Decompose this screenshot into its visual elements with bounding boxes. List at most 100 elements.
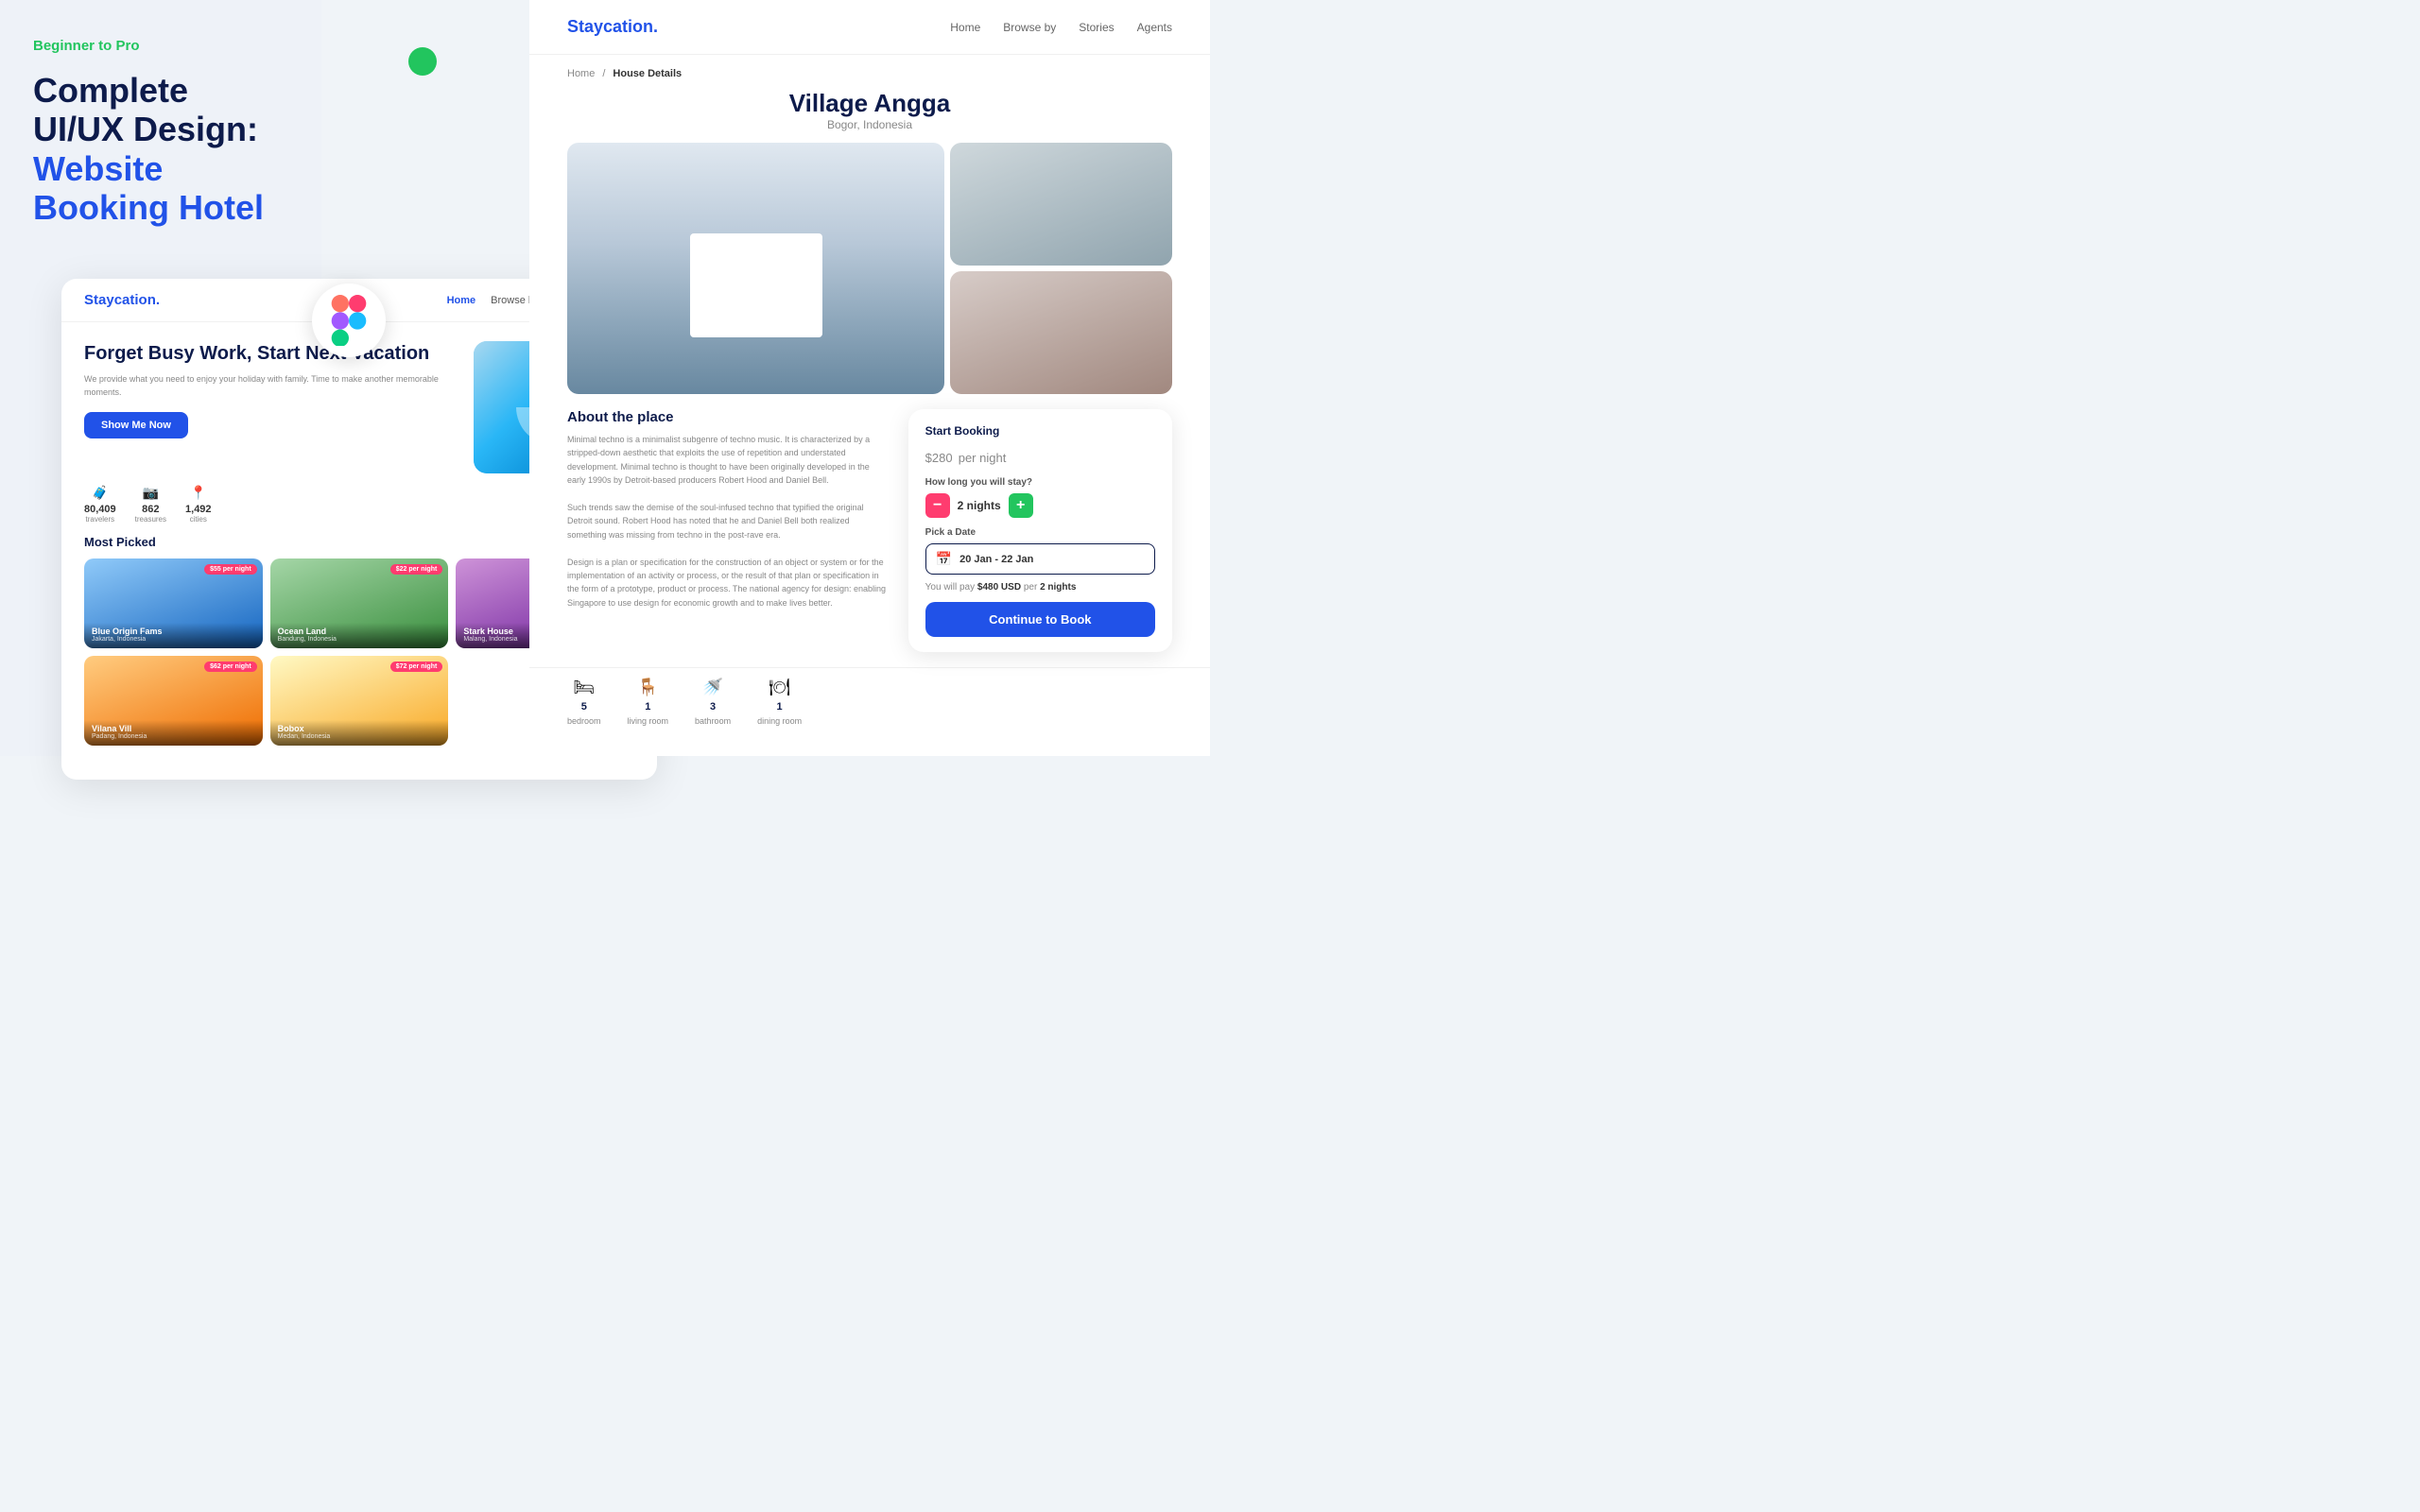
stat-cities: 📍 1,492 cities <box>185 485 212 524</box>
about-title: About the place <box>567 409 890 425</box>
stat-travelers-label: travelers <box>85 515 114 524</box>
booking-card: Start Booking $280 per night How long yo… <box>908 409 1172 652</box>
main-title: Complete UI/UX Design: Website Booking H… <box>33 71 288 228</box>
card-name-5: Bobox <box>278 724 441 733</box>
right-brand-highlight: Stay <box>567 17 603 36</box>
stat-treasures-label: treasures <box>135 515 166 524</box>
card-loc-1: Jakarta, Indonesia <box>92 636 255 643</box>
figma-badge <box>312 284 386 357</box>
stat-treasures: 📷 862 treasures <box>135 485 166 524</box>
nav-home[interactable]: Home <box>447 295 476 306</box>
card-info-2: Ocean Land Bandung, Indonesia <box>270 623 449 648</box>
card-info-4: Vilana Vill Padang, Indonesia <box>84 720 263 746</box>
beginner-label: Beginner to Pro <box>33 38 288 54</box>
content-booking: About the place Minimal techno is a mini… <box>529 409 1210 667</box>
treasures-icon: 📷 <box>143 485 159 500</box>
date-label: Pick a Date <box>925 527 1155 538</box>
card-price-badge-1: $55 per night <box>204 564 257 575</box>
right-nav-agents[interactable]: Agents <box>1137 21 1172 34</box>
photo-small-1 <box>950 143 1172 266</box>
photo-main-inner <box>567 143 944 394</box>
right-brand: Staycation. <box>567 17 658 37</box>
price-line: $280 per night <box>925 443 1155 468</box>
per-nights-label: per <box>1024 582 1040 593</box>
property-title: Village Angga <box>567 89 1172 118</box>
card-info-1: Blue Origin Fams Jakarta, Indonesia <box>84 623 263 648</box>
bedroom-count: 5 <box>581 701 587 713</box>
hero-sub: We provide what you need to enjoy your h… <box>84 373 458 399</box>
card-price-badge-4: $62 per night <box>204 662 257 672</box>
price-value: $280 <box>925 451 953 465</box>
right-nav-links: Home Browse by Stories Agents <box>950 21 1172 34</box>
breadcrumb: Home / House Details <box>529 55 1210 85</box>
nights-plus-button[interactable]: + <box>1009 493 1033 518</box>
property-title-area: Village Angga Bogor, Indonesia <box>529 85 1210 143</box>
card-ocean-land[interactable]: $22 per night Ocean Land Bandung, Indone… <box>270 558 449 648</box>
card-price-badge-2: $22 per night <box>390 564 443 575</box>
stat-treasures-num: 862 <box>135 504 166 515</box>
dining-room-count: 1 <box>777 701 783 713</box>
living-room-icon: 🪑 <box>637 678 658 697</box>
right-mockup: Staycation. Home Browse by Stories Agent… <box>529 0 1210 756</box>
dining-room-label: dining room <box>757 716 802 726</box>
right-nav-home[interactable]: Home <box>950 21 980 34</box>
bedroom-icon: 🛏 <box>573 678 595 697</box>
continue-to-book-button[interactable]: Continue to Book <box>925 602 1155 637</box>
nights-minus-button[interactable]: − <box>925 493 950 518</box>
about-text: Minimal techno is a minimalist subgenre … <box>567 433 890 610</box>
about-section: About the place Minimal techno is a mini… <box>567 409 890 652</box>
dining-room-icon: 🍽 <box>769 678 790 697</box>
mockup-brand: Staycation. <box>84 292 160 308</box>
amenity-bathroom: 🚿 3 bathroom <box>695 678 731 726</box>
figma-logo-icon <box>328 295 370 346</box>
total-label: You will pay <box>925 582 975 593</box>
nights-value: 2 nights <box>958 499 1001 512</box>
travelers-icon: 🧳 <box>92 485 108 500</box>
breadcrumb-home[interactable]: Home <box>567 68 595 79</box>
amenity-bedroom: 🛏 5 bedroom <box>567 678 601 726</box>
card-info-5: Bobox Medan, Indonesia <box>270 720 449 746</box>
stat-cities-num: 1,492 <box>185 504 212 515</box>
right-nav-browse[interactable]: Browse by <box>1003 21 1056 34</box>
brand-highlight: Stay <box>84 292 114 308</box>
bedroom-label: bedroom <box>567 716 601 726</box>
card-loc-2: Bandung, Indonesia <box>278 636 441 643</box>
card-name-4: Vilana Vill <box>92 724 255 733</box>
booking-title: Start Booking <box>925 424 1155 438</box>
price-per: per night <box>959 451 1007 465</box>
card-vilana[interactable]: $62 per night Vilana Vill Padang, Indone… <box>84 656 263 746</box>
photo-small-2 <box>950 271 1172 394</box>
nights-control: − 2 nights + <box>925 493 1155 518</box>
amenity-dining-room: 🍽 1 dining room <box>757 678 802 726</box>
card-price-badge-5: $72 per night <box>390 662 443 672</box>
date-picker[interactable]: 📅 20 Jan - 22 Jan <box>925 543 1155 575</box>
card-blue-origin[interactable]: $55 per night Blue Origin Fams Jakarta, … <box>84 558 263 648</box>
per-nights-value: 2 nights <box>1040 582 1076 593</box>
photo-main <box>567 143 944 394</box>
hero-text: Forget Busy Work, Start Next Vacation We… <box>84 341 458 438</box>
hero-heading: Forget Busy Work, Start Next Vacation <box>84 341 458 366</box>
bathroom-icon: 🚿 <box>702 678 723 697</box>
living-room-count: 1 <box>645 701 650 713</box>
right-nav: Staycation. Home Browse by Stories Agent… <box>529 0 1210 55</box>
card-bobox[interactable]: $72 per night Bobox Medan, Indonesia <box>270 656 449 746</box>
bathroom-count: 3 <box>710 701 716 713</box>
show-me-button[interactable]: Show Me Now <box>84 412 188 438</box>
card-name-2: Ocean Land <box>278 627 441 636</box>
dot-green-decoration <box>408 47 437 76</box>
total-line: You will pay $480 USD per 2 nights <box>925 582 1155 593</box>
bathroom-label: bathroom <box>695 716 731 726</box>
stat-cities-label: cities <box>190 515 207 524</box>
living-room-label: living room <box>628 716 669 726</box>
breadcrumb-current: House Details <box>613 68 682 79</box>
card-name-1: Blue Origin Fams <box>92 627 255 636</box>
date-value: 20 Jan - 22 Jan <box>959 554 1033 565</box>
photo-grid <box>529 143 1210 409</box>
cities-icon: 📍 <box>190 485 206 500</box>
total-value: $480 USD <box>977 582 1021 593</box>
card-loc-4: Padang, Indonesia <box>92 733 255 740</box>
right-nav-stories[interactable]: Stories <box>1079 21 1114 34</box>
stat-travelers: 🧳 80,409 travelers <box>84 485 116 524</box>
card-loc-5: Medan, Indonesia <box>278 733 441 740</box>
title-line1: Complete UI/UX Design: <box>33 71 258 148</box>
